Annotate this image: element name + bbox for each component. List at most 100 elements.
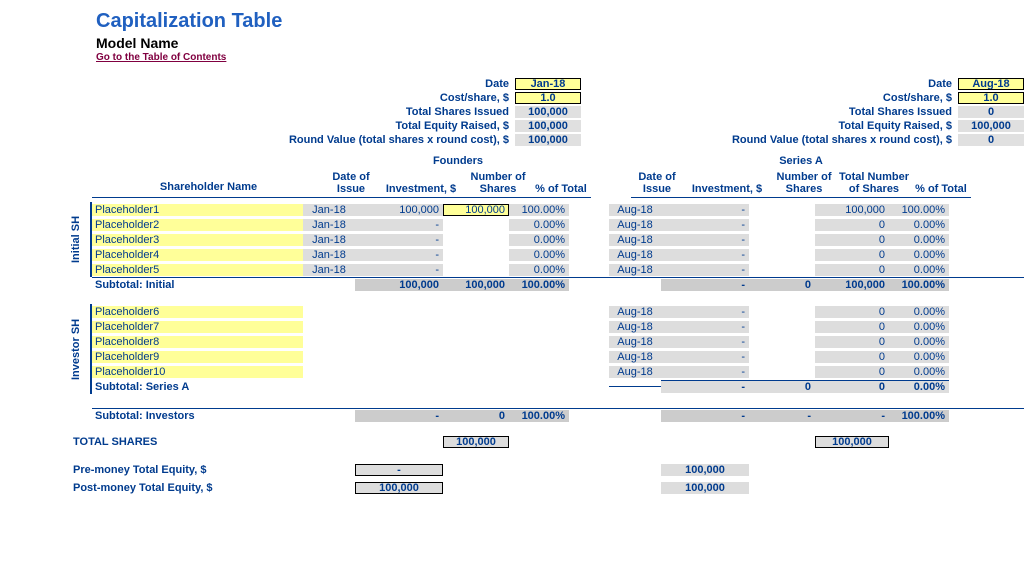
- subtotal-initial-finv: 100,000: [355, 279, 443, 291]
- cell-date-a: Aug-18: [609, 264, 661, 276]
- table-row: Placeholder1Jan-18100,000100,000100.00%A…: [92, 202, 949, 217]
- cell-total-a: 100,000: [815, 204, 889, 216]
- shares-value-f: 100,000: [515, 106, 581, 118]
- cell-inv-a: -: [661, 351, 749, 363]
- cell-pct-f: 100.00%: [509, 204, 569, 216]
- subtotal-investors-label: Subtotal: Investors: [92, 410, 303, 422]
- toc-link[interactable]: Go to the Table of Contents: [96, 52, 226, 63]
- shareholder-name[interactable]: Placeholder5: [92, 264, 303, 276]
- subtotal-initial-atot: 100,000: [815, 279, 889, 291]
- cell-pct-a: 0.00%: [889, 351, 949, 363]
- cell-date-a: Aug-18: [609, 204, 661, 216]
- subtotal-investors-fpct: 100.00%: [509, 410, 569, 422]
- cell-date-a: Aug-18: [609, 234, 661, 246]
- date-value-f[interactable]: Jan-18: [515, 78, 581, 90]
- shareholder-header: Shareholder Name: [92, 171, 325, 198]
- cell-pct-f: 0.00%: [509, 219, 569, 231]
- col-inv-f: Investment, $: [377, 171, 465, 198]
- cell-date-a: Aug-18: [609, 249, 661, 261]
- roundval-value-a: 0: [958, 134, 1024, 146]
- cell-pct-f: 0.00%: [509, 234, 569, 246]
- shareholder-name[interactable]: Placeholder6: [92, 306, 303, 318]
- col-date-f: Date of Issue: [325, 171, 377, 198]
- cell-inv-a: -: [661, 321, 749, 333]
- cell-shares-f[interactable]: 100,000: [443, 204, 509, 216]
- subtotal-initial-apct: 100.00%: [889, 279, 949, 291]
- subtotal-seriesa-atot: 0: [815, 380, 889, 393]
- cell-date-f: Jan-18: [303, 204, 355, 216]
- shareholder-name[interactable]: Placeholder4: [92, 249, 303, 261]
- subtotal-investors-apct: 100.00%: [889, 410, 949, 422]
- cell-date-a: Aug-18: [609, 219, 661, 231]
- table-row: Placeholder3Jan-18-0.00%Aug-18-00.00%: [92, 232, 949, 247]
- equity-label-f: Total Equity Raised, $: [70, 120, 515, 132]
- founders-round-label: Founders: [325, 155, 591, 167]
- cell-inv-f: -: [355, 249, 443, 261]
- cell-pct-a: 0.00%: [889, 336, 949, 348]
- shares-value-a: 0: [958, 106, 1024, 118]
- shareholder-name[interactable]: Placeholder7: [92, 321, 303, 333]
- cell-date-f: Jan-18: [303, 219, 355, 231]
- equity-value-f: 100,000: [515, 120, 581, 132]
- section-investor-label: Investor SH: [70, 304, 92, 394]
- page-title: Capitalization Table: [96, 10, 1024, 33]
- cell-inv-a: -: [661, 264, 749, 276]
- cell-pct-a: 100.00%: [889, 204, 949, 216]
- shareholder-name[interactable]: Placeholder3: [92, 234, 303, 246]
- cost-label-a: Cost/share, $: [613, 92, 958, 104]
- total-shares-a: 100,000: [815, 436, 889, 448]
- cell-date-f: Jan-18: [303, 264, 355, 276]
- cell-inv-a: -: [661, 336, 749, 348]
- cell-inv-a: -: [661, 219, 749, 231]
- cell-total-a: 0: [815, 351, 889, 363]
- shareholder-name[interactable]: Placeholder10: [92, 366, 303, 378]
- subtotal-seriesa-label: Subtotal: Series A: [92, 381, 303, 393]
- total-shares-f: 100,000: [443, 436, 509, 448]
- shareholder-name[interactable]: Placeholder1: [92, 204, 303, 216]
- shares-label-f: Total Shares Issued: [70, 106, 515, 118]
- cell-date-a: Aug-18: [609, 366, 661, 378]
- model-name: Model Name: [96, 35, 1024, 51]
- cell-pct-a: 0.00%: [889, 366, 949, 378]
- cell-total-a: 0: [815, 219, 889, 231]
- table-row: Placeholder4Jan-18-0.00%Aug-18-00.00%: [92, 247, 949, 262]
- equity-value-a: 100,000: [958, 120, 1024, 132]
- subtotal-seriesa-apct: 0.00%: [889, 380, 949, 393]
- table-row: Placeholder8Aug-18-00.00%: [92, 334, 949, 349]
- shareholder-name[interactable]: Placeholder2: [92, 219, 303, 231]
- date-label-f: Date: [70, 78, 515, 90]
- subtotal-seriesa-ash: 0: [749, 380, 815, 393]
- date-label-a: Date: [613, 78, 958, 90]
- cell-pct-a: 0.00%: [889, 249, 949, 261]
- cell-pct-a: 0.00%: [889, 219, 949, 231]
- post-money-label: Post-money Total Equity, $: [70, 482, 303, 494]
- cell-pct-a: 0.00%: [889, 306, 949, 318]
- cell-pct-a: 0.00%: [889, 264, 949, 276]
- equity-label-a: Total Equity Raised, $: [613, 120, 958, 132]
- col-inv-a: Investment, $: [683, 171, 771, 198]
- shareholder-name[interactable]: Placeholder8: [92, 336, 303, 348]
- seriesa-round-label: Series A: [631, 155, 971, 167]
- cell-inv-f: 100,000: [355, 204, 443, 216]
- date-value-a[interactable]: Aug-18: [958, 78, 1024, 90]
- cell-total-a: 0: [815, 336, 889, 348]
- section-initial-label: Initial SH: [70, 202, 92, 277]
- subtotal-initial-fpct: 100.00%: [509, 279, 569, 291]
- col-total-a: Total Number of Shares: [837, 171, 911, 198]
- cost-value-a[interactable]: 1.0: [958, 92, 1024, 104]
- roundval-label-f: Round Value (total shares x round cost),…: [70, 134, 515, 146]
- cell-pct-a: 0.00%: [889, 321, 949, 333]
- cell-inv-f: -: [355, 264, 443, 276]
- cell-total-a: 0: [815, 264, 889, 276]
- subtotal-investors-finv: -: [355, 410, 443, 422]
- cell-date-f: Jan-18: [303, 249, 355, 261]
- subtotal-seriesa-ainv: -: [661, 380, 749, 393]
- pre-money-a: 100,000: [661, 464, 749, 476]
- shares-label-a: Total Shares Issued: [613, 106, 958, 118]
- table-row: Placeholder10Aug-18-00.00%: [92, 364, 949, 379]
- shareholder-name[interactable]: Placeholder9: [92, 351, 303, 363]
- cell-pct-f: 0.00%: [509, 249, 569, 261]
- cell-inv-f: -: [355, 219, 443, 231]
- cost-value-f[interactable]: 1.0: [515, 92, 581, 104]
- table-row: Placeholder9Aug-18-00.00%: [92, 349, 949, 364]
